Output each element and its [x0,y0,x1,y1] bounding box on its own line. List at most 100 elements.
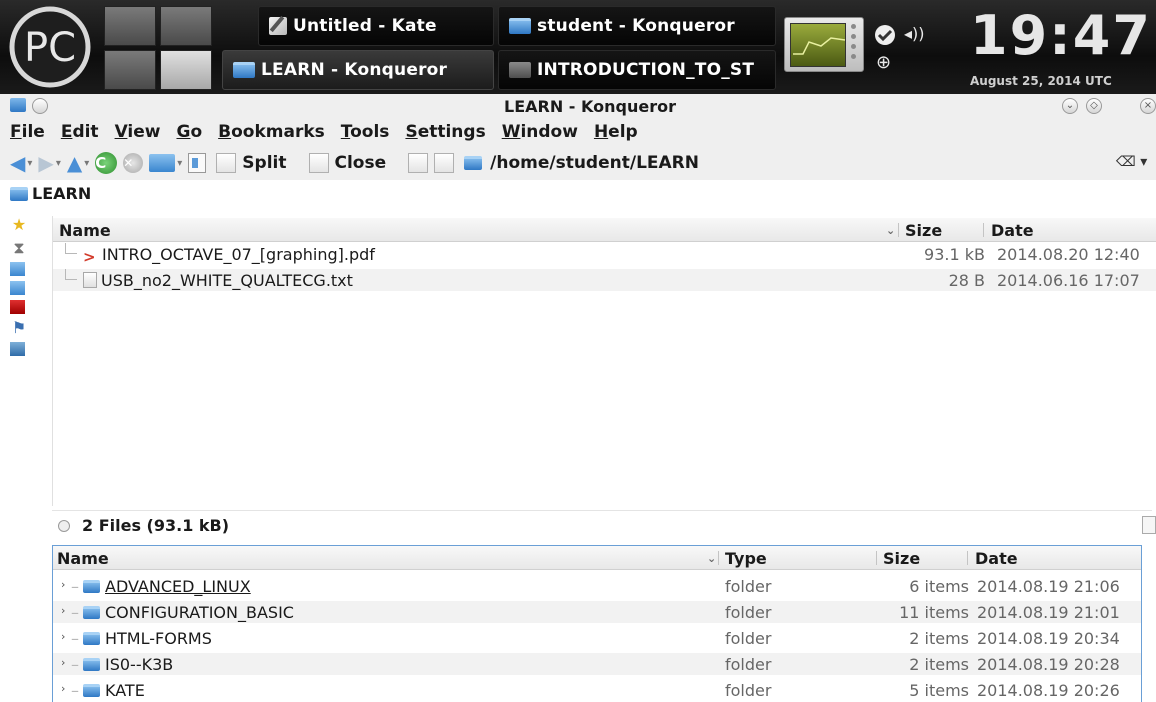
folder-icon [10,186,28,201]
chevron-down-icon: ▾ [27,157,33,169]
column-header-name[interactable]: Name [57,549,109,568]
system-monitor-widget[interactable] [784,17,864,72]
desktop-pager-3[interactable] [104,50,156,90]
table-row[interactable]: › – HTML-FORMS folder 2 items 2014.08.19… [53,627,1141,649]
column-header-size[interactable]: Size [883,549,920,568]
column-header-type[interactable]: Type [725,549,767,568]
table-row[interactable]: › – CONFIGURATION_BASIC folder 11 items … [53,601,1141,623]
menu-tools[interactable]: Tools [341,122,390,142]
task-label: INTRODUCTION_TO_ST [537,60,755,80]
task-student-konqueror[interactable]: student - Konqueror [498,6,776,46]
bookmarks-star-icon[interactable]: ★ [10,216,28,234]
column-header-date[interactable]: Date [975,549,1018,568]
split-label: Split [242,153,287,173]
menu-help[interactable]: Help [594,122,638,142]
expand-arrow-icon[interactable]: › [61,656,65,669]
folder-icon [509,18,531,34]
view-status-bar: 2 Files (93.1 kB) [58,516,229,535]
expand-arrow-icon[interactable]: › [61,682,65,695]
active-view-indicator-icon[interactable] [58,519,70,532]
bottom-file-view[interactable]: Name ⌄ Type Size Date › – ADVANCED_LINUX… [53,546,1141,702]
column-header-size[interactable]: Size [905,221,942,240]
item-type: folder [725,629,772,648]
file-date: 2014.08.20 12:40 [997,245,1140,264]
task-untitled-kate[interactable]: Untitled - Kate [258,6,494,46]
table-row[interactable]: USB_no2_WHITE_QUALTECG.txt 28 B 2014.06.… [53,269,1156,291]
close-view-button[interactable]: Close [308,153,403,173]
up-button[interactable]: ▲ ▾ [67,153,89,173]
pc-logo-text: PC [24,25,76,71]
clear-location-icon[interactable]: ⌫ ▾ [1116,154,1147,170]
column-header-date[interactable]: Date [991,221,1034,240]
menu-go[interactable]: Go [176,122,202,142]
view-mode-icon[interactable] [188,153,207,173]
folder-icon [233,62,255,78]
location-input[interactable]: /home/student/LEARN [490,153,699,173]
terminal-panel-icon[interactable] [434,153,455,173]
task-introduction-terminal[interactable]: INTRODUCTION_TO_ST [498,50,776,90]
menu-edit[interactable]: Edit [61,122,99,142]
network-folder-icon[interactable] [10,281,25,295]
view-divider[interactable] [52,510,1152,511]
desktop-pager-2[interactable] [160,6,212,46]
home-button[interactable]: ▾ [149,154,182,172]
minimize-icon[interactable]: ⌄ [1062,98,1078,114]
item-size: 2 items [909,655,969,674]
reload-icon[interactable]: C [95,152,118,174]
menu-settings[interactable]: Settings [405,122,485,142]
forward-button[interactable]: ▶ ▾ [38,153,60,173]
menu-file[interactable]: File [10,122,45,142]
maximize-icon[interactable]: ◇ [1086,98,1102,114]
table-row[interactable]: > INTRO_OCTAVE_07_[graphing].pdf 93.1 kB … [53,243,1156,266]
sidebar-toggle-icon[interactable] [408,153,429,173]
expand-arrow-icon[interactable]: › [61,630,65,643]
pc-logo[interactable]: PC [2,5,98,89]
root-folder-icon[interactable] [10,300,25,314]
window-titlebar[interactable]: LEARN - Konqueror ⌄ ◇ × [0,94,1156,118]
task-learn-konqueror[interactable]: LEARN - Konqueror [222,50,494,90]
breadcrumb[interactable]: LEARN [10,184,91,203]
item-type: folder [725,681,772,700]
back-button[interactable]: ◀ ▾ [10,153,32,173]
stop-icon[interactable]: ✕ [123,153,144,173]
chevron-down-icon: ▾ [84,157,90,169]
system-monitor-screen [790,23,846,67]
usb-device-icon[interactable]: ⊕ [876,52,891,73]
file-date: 2014.06.16 17:07 [997,271,1140,290]
history-icon[interactable]: ⧗ [10,239,28,257]
folder-icon [464,156,483,170]
kate-icon [269,17,287,35]
window-title: LEARN - Konqueror [504,97,676,116]
volume-icon[interactable]: ◂)) [904,24,925,43]
location-bar[interactable]: /home/student/LEARN [464,153,1024,173]
folder-name: CONFIGURATION_BASIC [105,603,294,622]
desktop-pager-4[interactable] [160,50,212,90]
folder-icon [83,684,100,697]
table-row[interactable]: › – ADVANCED_LINUX folder 6 items 2014.0… [53,575,1141,597]
clock-date: August 25, 2014 UTC [970,74,1112,88]
item-size: 6 items [909,577,969,596]
network-ok-icon[interactable] [874,24,896,51]
chevron-down-icon: ▾ [177,157,183,169]
folder-name: IS0--K3B [105,655,174,674]
split-button[interactable]: Split [216,153,302,173]
column-header-name[interactable]: Name [59,221,111,240]
places-icon[interactable] [10,342,25,356]
menu-view[interactable]: View [115,122,161,142]
clock[interactable]: 19:47 [970,6,1152,66]
bottom-view-header: Name ⌄ Type Size Date [53,546,1141,570]
close-label: Close [334,153,387,173]
file-name: USB_no2_WHITE_QUALTECG.txt [101,271,353,290]
menu-window[interactable]: Window [502,122,578,142]
table-row[interactable]: › – KATE folder 5 items 2014.08.19 20:26 [53,679,1141,701]
expand-arrow-icon[interactable]: › [61,604,65,617]
services-flag-icon[interactable]: ⚑ [10,319,28,337]
close-icon[interactable]: × [1140,98,1156,114]
expand-arrow-icon[interactable]: › [61,578,65,591]
top-file-view[interactable]: Name ⌄ Size Date > INTRO_OCTAVE_07_[graph… [53,218,1156,508]
home-icon[interactable] [10,262,25,276]
link-view-checkbox[interactable] [1142,516,1156,534]
table-row[interactable]: › – IS0--K3B folder 2 items 2014.08.19 2… [53,653,1141,675]
menu-bookmarks[interactable]: Bookmarks [218,122,325,142]
desktop-pager-1[interactable] [104,6,156,46]
